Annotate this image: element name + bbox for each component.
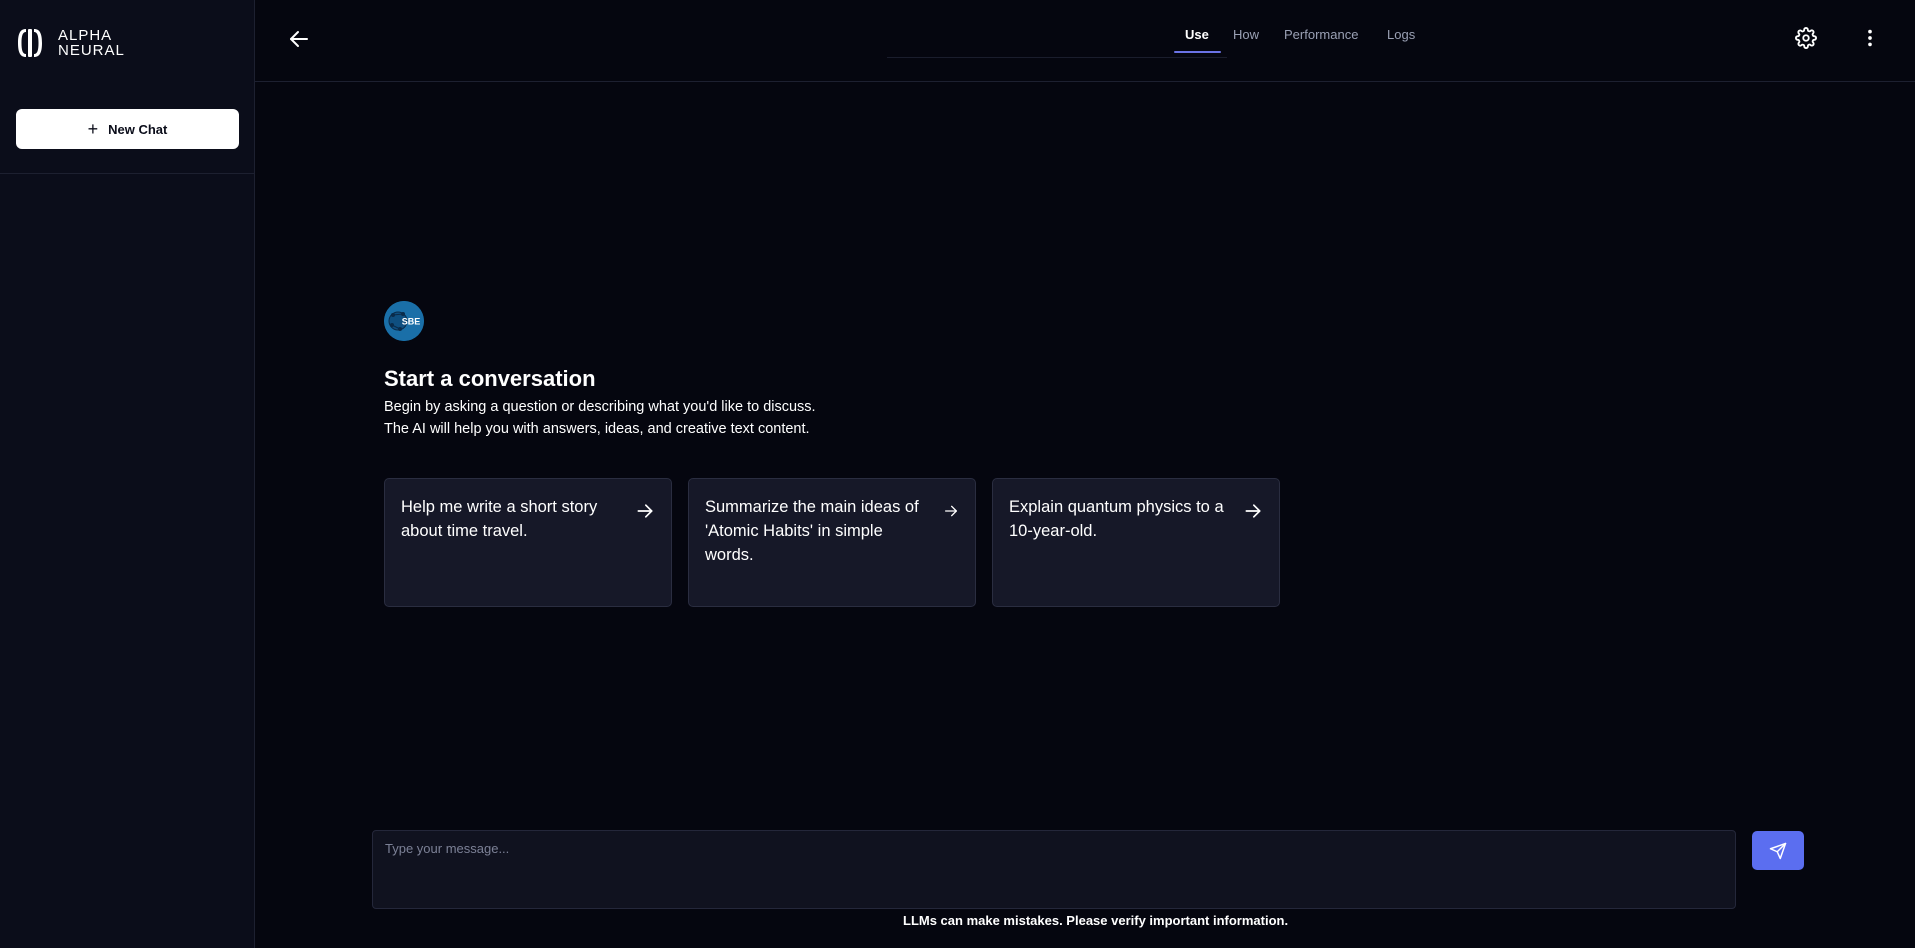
tab-bar-rule bbox=[887, 57, 1227, 58]
tab-how[interactable]: How bbox=[1233, 27, 1259, 42]
new-chat-label: New Chat bbox=[108, 121, 168, 137]
active-tab-indicator bbox=[1174, 51, 1221, 53]
avatar-graphic-icon: SBE bbox=[384, 301, 424, 341]
message-input[interactable] bbox=[373, 831, 1735, 908]
brand-line-2: NEURAL bbox=[58, 42, 125, 59]
avatar-text: SBE bbox=[402, 317, 421, 327]
sidebar: ALPHA NEURAL + New Chat bbox=[0, 0, 255, 948]
tab-bar: Use How Performance Logs bbox=[887, 0, 1415, 58]
brand-name: ALPHA NEURAL bbox=[58, 28, 125, 58]
logo-mark-icon bbox=[18, 29, 42, 57]
intro-title: Start a conversation bbox=[384, 366, 596, 391]
suggestion-card[interactable]: Summarize the main ideas of 'Atomic Habi… bbox=[688, 478, 976, 607]
plus-icon: + bbox=[87, 119, 99, 139]
send-button[interactable] bbox=[1752, 831, 1804, 870]
new-chat-button[interactable]: + New Chat bbox=[16, 109, 239, 149]
gear-icon[interactable] bbox=[1795, 27, 1817, 49]
suggestion-card[interactable]: Explain quantum physics to a 10-year-old… bbox=[992, 478, 1280, 607]
arrow-right-icon bbox=[637, 504, 653, 518]
intro-description: Begin by asking a question or describing… bbox=[384, 399, 816, 437]
arrow-left-icon[interactable] bbox=[287, 27, 311, 51]
assistant-avatar: SBE bbox=[384, 301, 424, 341]
suggestion-text: Help me write a short story about time t… bbox=[401, 498, 598, 540]
suggestion-text: Summarize the main ideas of 'Atomic Habi… bbox=[705, 498, 919, 564]
disclaimer-text: LLMs can make mistakes. Please verify im… bbox=[903, 913, 1289, 928]
suggestion-text: Explain quantum physics to a 10-year-old… bbox=[1009, 498, 1224, 540]
more-vertical-icon[interactable] bbox=[1859, 27, 1881, 49]
tab-logs[interactable]: Logs bbox=[1387, 27, 1415, 42]
send-icon bbox=[1769, 842, 1787, 859]
brand-line-1: ALPHA bbox=[58, 27, 113, 44]
arrow-right-icon bbox=[945, 505, 957, 517]
sidebar-divider bbox=[0, 173, 254, 174]
brand-logo[interactable]: ALPHA NEURAL bbox=[16, 26, 125, 60]
tab-performance[interactable]: Performance bbox=[1284, 27, 1358, 42]
top-header: Use How Performance Logs bbox=[255, 0, 1915, 82]
arrow-right-icon bbox=[1245, 504, 1261, 518]
suggestion-card[interactable]: Help me write a short story about time t… bbox=[384, 478, 672, 607]
tab-use[interactable]: Use bbox=[1185, 27, 1209, 42]
message-composer bbox=[372, 830, 1736, 909]
